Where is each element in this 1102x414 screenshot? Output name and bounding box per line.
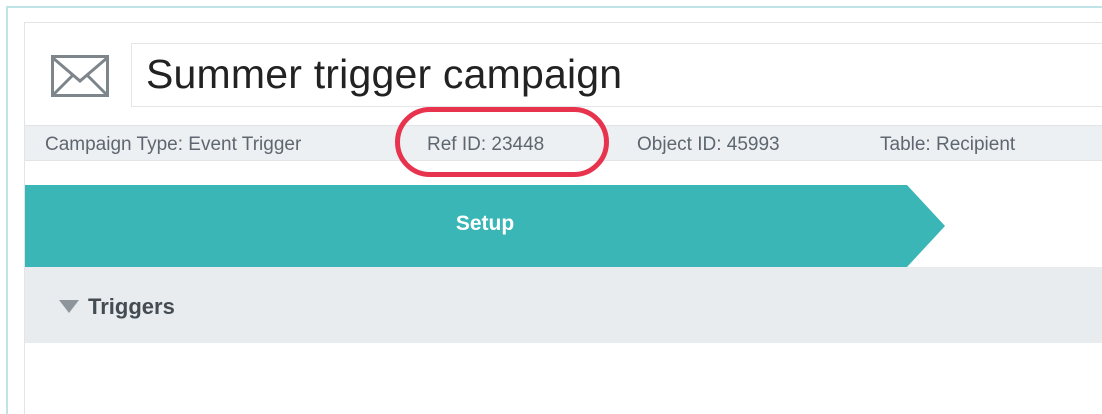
campaign-panel: Summer trigger campaign Campaign Type: E… [24,22,1102,414]
campaign-title-field[interactable]: Summer trigger campaign [131,43,1102,107]
campaign-type-label: Campaign Type: Event Trigger [45,134,302,155]
table-label: Table: Recipient [880,134,1016,155]
campaign-title: Summer trigger campaign [146,51,623,97]
caret-down-icon[interactable] [59,300,79,313]
step-progress-bar: Setup [25,185,1102,267]
triggers-section-title: Triggers [88,294,175,319]
step-setup[interactable]: Setup [25,212,945,236]
envelope-icon [51,55,109,97]
ref-id-highlight-circle [395,107,609,177]
triggers-section-header[interactable]: Triggers [25,267,1102,343]
object-id-label: Object ID: 45993 [637,134,780,155]
